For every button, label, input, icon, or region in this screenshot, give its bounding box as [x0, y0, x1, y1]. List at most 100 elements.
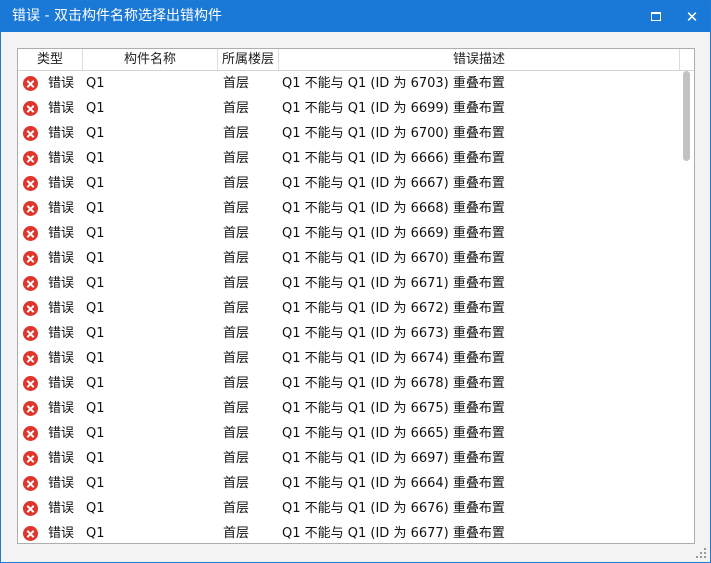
row-floor: 首层 — [223, 376, 250, 391]
error-icon — [23, 151, 38, 166]
error-icon — [23, 376, 38, 391]
table-row[interactable]: 错误 Q1 首层 Q1 不能与 Q1 (ID 为 6677) 重叠布置 — [18, 521, 680, 543]
table-row[interactable]: 错误 Q1 首层 Q1 不能与 Q1 (ID 为 6700) 重叠布置 — [18, 121, 680, 146]
table-row[interactable]: 错误 Q1 首层 Q1 不能与 Q1 (ID 为 6665) 重叠布置 — [18, 421, 680, 446]
row-component-name[interactable]: Q1 — [86, 371, 105, 396]
row-description: Q1 不能与 Q1 (ID 为 6697) 重叠布置 — [282, 451, 505, 466]
row-type: 错误 — [48, 201, 75, 216]
row-description: Q1 不能与 Q1 (ID 为 6670) 重叠布置 — [282, 251, 505, 266]
table-row[interactable]: 错误 Q1 首层 Q1 不能与 Q1 (ID 为 6664) 重叠布置 — [18, 471, 680, 496]
row-component-name[interactable]: Q1 — [86, 321, 105, 346]
row-component-name[interactable]: Q1 — [86, 496, 105, 521]
row-component-name[interactable]: Q1 — [86, 471, 105, 496]
table-row[interactable]: 错误 Q1 首层 Q1 不能与 Q1 (ID 为 6703) 重叠布置 — [18, 71, 680, 96]
table-row[interactable]: 错误 Q1 首层 Q1 不能与 Q1 (ID 为 6671) 重叠布置 — [18, 271, 680, 296]
row-type: 错误 — [48, 351, 75, 366]
row-floor: 首层 — [223, 326, 250, 341]
maximize-icon — [651, 12, 661, 21]
row-component-name[interactable]: Q1 — [86, 346, 105, 371]
row-description: Q1 不能与 Q1 (ID 为 6667) 重叠布置 — [282, 176, 505, 191]
row-component-name[interactable]: Q1 — [86, 221, 105, 246]
table-row[interactable]: 错误 Q1 首层 Q1 不能与 Q1 (ID 为 6668) 重叠布置 — [18, 196, 680, 221]
row-description: Q1 不能与 Q1 (ID 为 6669) 重叠布置 — [282, 226, 505, 241]
table-row[interactable]: 错误 Q1 首层 Q1 不能与 Q1 (ID 为 6669) 重叠布置 — [18, 221, 680, 246]
column-header-type[interactable]: 类型 — [18, 49, 82, 70]
row-component-name[interactable]: Q1 — [86, 71, 105, 96]
table-row[interactable]: 错误 Q1 首层 Q1 不能与 Q1 (ID 为 6676) 重叠布置 — [18, 496, 680, 521]
row-component-name[interactable]: Q1 — [86, 421, 105, 446]
error-icon — [23, 226, 38, 241]
table-row[interactable]: 错误 Q1 首层 Q1 不能与 Q1 (ID 为 6672) 重叠布置 — [18, 296, 680, 321]
error-icon — [23, 126, 38, 141]
vertical-scrollbar[interactable] — [680, 71, 694, 543]
close-button[interactable]: ✕ — [674, 1, 710, 32]
close-icon: ✕ — [685, 7, 699, 26]
table-row[interactable]: 错误 Q1 首层 Q1 不能与 Q1 (ID 为 6678) 重叠布置 — [18, 371, 680, 396]
row-floor: 首层 — [223, 426, 250, 441]
table-row[interactable]: 错误 Q1 首层 Q1 不能与 Q1 (ID 为 6697) 重叠布置 — [18, 446, 680, 471]
row-component-name[interactable]: Q1 — [86, 271, 105, 296]
row-floor: 首层 — [223, 526, 250, 541]
table-row[interactable]: 错误 Q1 首层 Q1 不能与 Q1 (ID 为 6667) 重叠布置 — [18, 171, 680, 196]
column-header-name[interactable]: 构件名称 — [83, 49, 217, 70]
row-floor: 首层 — [223, 401, 250, 416]
error-icon — [23, 276, 38, 291]
row-floor: 首层 — [223, 151, 250, 166]
list-header: 类型 构件名称 所属楼层 错误描述 — [18, 49, 694, 71]
error-icon — [23, 326, 38, 341]
column-header-floor[interactable]: 所属楼层 — [218, 49, 278, 70]
row-type: 错误 — [48, 226, 75, 241]
row-component-name[interactable]: Q1 — [86, 246, 105, 271]
row-floor: 首层 — [223, 251, 250, 266]
column-divider[interactable] — [679, 49, 680, 70]
row-component-name[interactable]: Q1 — [86, 396, 105, 421]
row-description: Q1 不能与 Q1 (ID 为 6677) 重叠布置 — [282, 526, 505, 541]
row-type: 错误 — [48, 276, 75, 291]
table-row[interactable]: 错误 Q1 首层 Q1 不能与 Q1 (ID 为 6699) 重叠布置 — [18, 96, 680, 121]
error-icon — [23, 401, 38, 416]
row-type: 错误 — [48, 301, 75, 316]
table-row[interactable]: 错误 Q1 首层 Q1 不能与 Q1 (ID 为 6670) 重叠布置 — [18, 246, 680, 271]
row-type: 错误 — [48, 476, 75, 491]
row-type: 错误 — [48, 101, 75, 116]
row-type: 错误 — [48, 176, 75, 191]
row-component-name[interactable]: Q1 — [86, 196, 105, 221]
scrollbar-thumb[interactable] — [683, 71, 690, 161]
row-component-name[interactable]: Q1 — [86, 96, 105, 121]
column-header-description[interactable]: 错误描述 — [279, 49, 679, 70]
error-icon — [23, 451, 38, 466]
error-list[interactable]: 类型 构件名称 所属楼层 错误描述 错误 Q1 首层 Q1 不能与 Q1 (ID 为 … — [17, 48, 695, 544]
table-row[interactable]: 错误 Q1 首层 Q1 不能与 Q1 (ID 为 6674) 重叠布置 — [18, 346, 680, 371]
row-component-name[interactable]: Q1 — [86, 121, 105, 146]
row-floor: 首层 — [223, 451, 250, 466]
row-description: Q1 不能与 Q1 (ID 为 6666) 重叠布置 — [282, 151, 505, 166]
row-description: Q1 不能与 Q1 (ID 为 6678) 重叠布置 — [282, 376, 505, 391]
table-row[interactable]: 错误 Q1 首层 Q1 不能与 Q1 (ID 为 6675) 重叠布置 — [18, 396, 680, 421]
table-row[interactable]: 错误 Q1 首层 Q1 不能与 Q1 (ID 为 6666) 重叠布置 — [18, 146, 680, 171]
row-description: Q1 不能与 Q1 (ID 为 6700) 重叠布置 — [282, 126, 505, 141]
row-type: 错误 — [48, 426, 75, 441]
maximize-button[interactable] — [638, 1, 674, 32]
row-floor: 首层 — [223, 76, 250, 91]
row-description: Q1 不能与 Q1 (ID 为 6668) 重叠布置 — [282, 201, 505, 216]
row-component-name[interactable]: Q1 — [86, 146, 105, 171]
row-type: 错误 — [48, 251, 75, 266]
row-floor: 首层 — [223, 351, 250, 366]
table-row[interactable]: 错误 Q1 首层 Q1 不能与 Q1 (ID 为 6673) 重叠布置 — [18, 321, 680, 346]
row-component-name[interactable]: Q1 — [86, 296, 105, 321]
window-title: 错误 - 双击构件名称选择出错构件 — [12, 8, 222, 24]
row-floor: 首层 — [223, 201, 250, 216]
row-type: 错误 — [48, 76, 75, 91]
row-floor: 首层 — [223, 126, 250, 141]
row-component-name[interactable]: Q1 — [86, 521, 105, 543]
resize-grip-icon[interactable] — [695, 547, 707, 559]
title-bar[interactable]: 错误 - 双击构件名称选择出错构件 ✕ — [1, 1, 710, 32]
error-icon — [23, 476, 38, 491]
row-floor: 首层 — [223, 301, 250, 316]
list-rows: 错误 Q1 首层 Q1 不能与 Q1 (ID 为 6703) 重叠布置 错误 Q1 首层 Q1… — [18, 71, 680, 543]
row-description: Q1 不能与 Q1 (ID 为 6671) 重叠布置 — [282, 276, 505, 291]
row-floor: 首层 — [223, 476, 250, 491]
row-component-name[interactable]: Q1 — [86, 171, 105, 196]
row-component-name[interactable]: Q1 — [86, 446, 105, 471]
row-description: Q1 不能与 Q1 (ID 为 6676) 重叠布置 — [282, 501, 505, 516]
